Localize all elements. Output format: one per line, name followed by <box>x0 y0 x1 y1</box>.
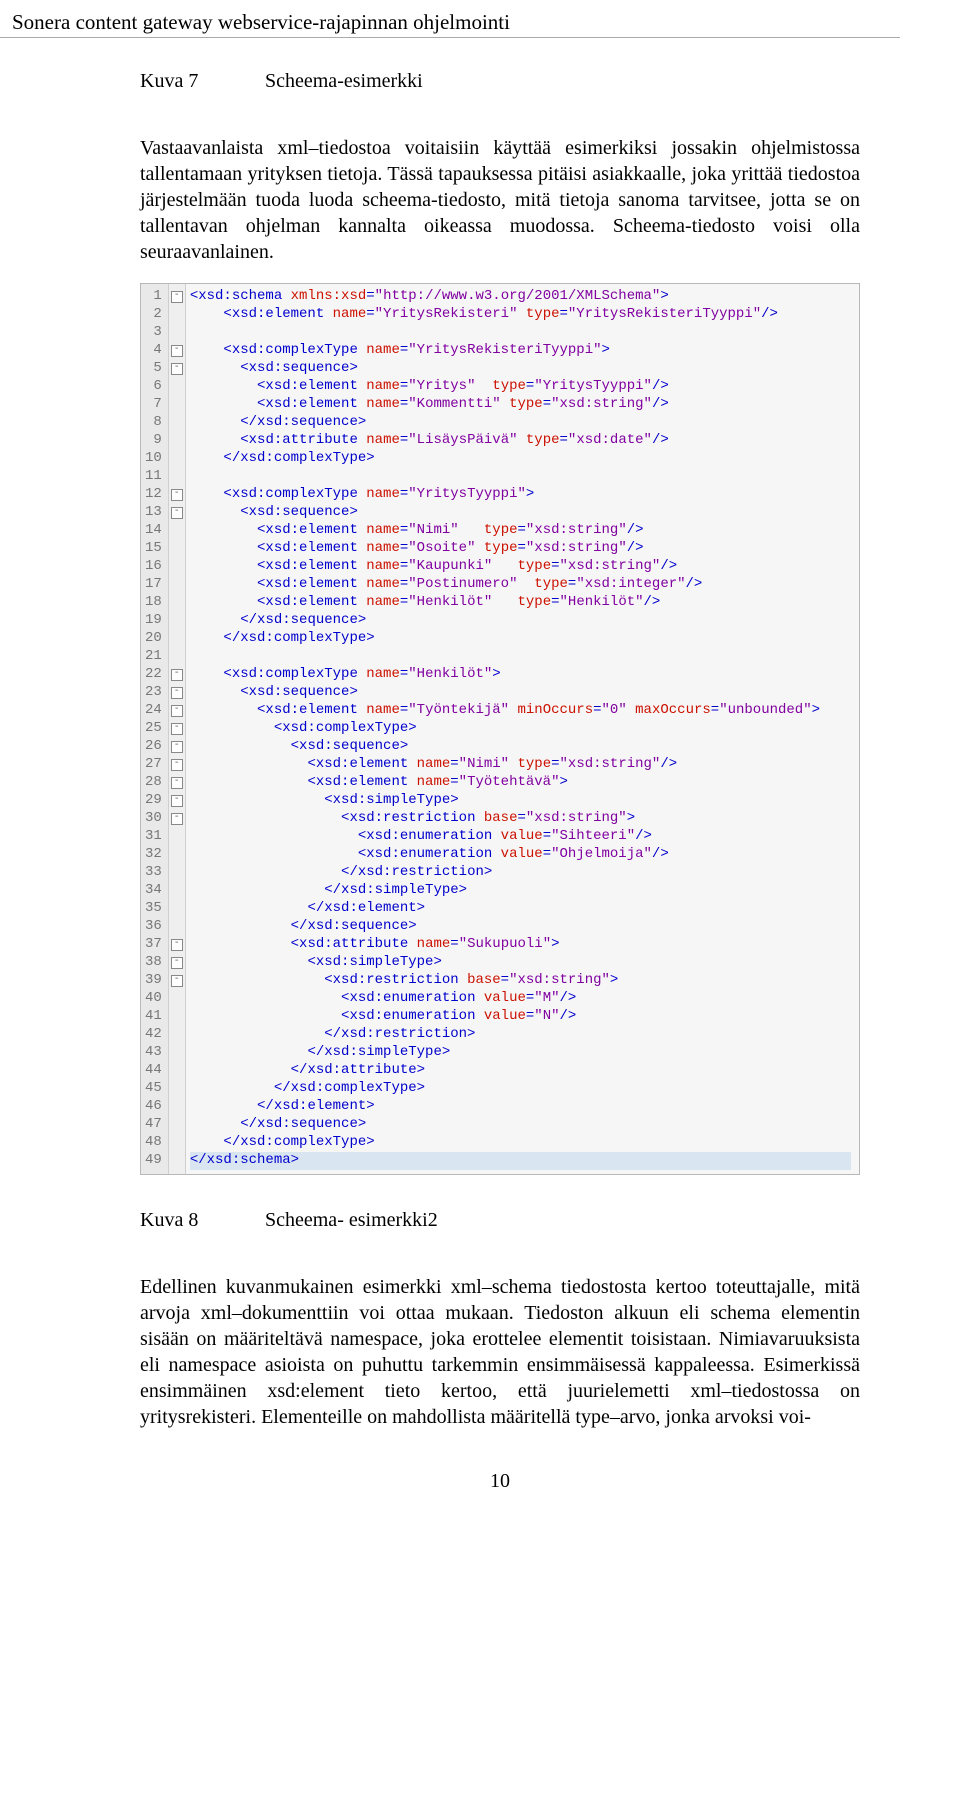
fold-toggle-icon[interactable]: - <box>171 705 183 717</box>
fold-toggle-icon[interactable]: - <box>171 813 183 825</box>
fold-toggle-icon[interactable]: - <box>171 345 183 357</box>
figure-8-title: Scheema- esimerkki2 <box>265 1209 438 1231</box>
page: Sonera content gateway webservice-rajapi… <box>0 0 960 1493</box>
figure-8-number: Kuva 8 <box>140 1209 260 1232</box>
fold-toggle-icon[interactable]: - <box>171 975 183 987</box>
code-content: <xsd:schema xmlns:xsd="http://www.w3.org… <box>186 284 859 1174</box>
line-number-gutter: 1234567891011121314151617181920212223242… <box>141 284 169 1174</box>
fold-toggle-icon[interactable]: - <box>171 489 183 501</box>
fold-toggle-icon[interactable]: - <box>171 507 183 519</box>
fold-toggle-icon[interactable]: - <box>171 795 183 807</box>
fold-column: - - - - - - - - - - - - - - - - - <box>169 284 186 1174</box>
figure-7-number: Kuva 7 <box>140 70 260 93</box>
fold-toggle-icon[interactable]: - <box>171 363 183 375</box>
figure-8-caption: Kuva 8 Scheema- esimerkki2 <box>140 1209 860 1232</box>
fold-toggle-icon[interactable]: - <box>171 777 183 789</box>
paragraph-1: Vastaavanlaista xml–tiedostoa voitaisiin… <box>140 135 860 265</box>
fold-toggle-icon[interactable]: - <box>171 669 183 681</box>
fold-toggle-icon[interactable]: - <box>171 723 183 735</box>
paragraph-2: Edellinen kuvanmukainen esimerkki xml–sc… <box>140 1274 860 1430</box>
figure-7-title: Scheema-esimerkki <box>265 70 423 92</box>
fold-toggle-icon[interactable]: - <box>171 291 183 303</box>
fold-toggle-icon[interactable]: - <box>171 939 183 951</box>
running-head: Sonera content gateway webservice-rajapi… <box>0 0 900 38</box>
code-editor-screenshot: 1234567891011121314151617181920212223242… <box>140 283 860 1175</box>
page-number: 10 <box>140 1470 860 1493</box>
document-body: Kuva 7 Scheema-esimerkki Vastaavanlaista… <box>0 70 900 1493</box>
fold-toggle-icon[interactable]: - <box>171 759 183 771</box>
fold-toggle-icon[interactable]: - <box>171 687 183 699</box>
fold-toggle-icon[interactable]: - <box>171 741 183 753</box>
figure-7-caption: Kuva 7 Scheema-esimerkki <box>140 70 860 93</box>
fold-toggle-icon[interactable]: - <box>171 957 183 969</box>
